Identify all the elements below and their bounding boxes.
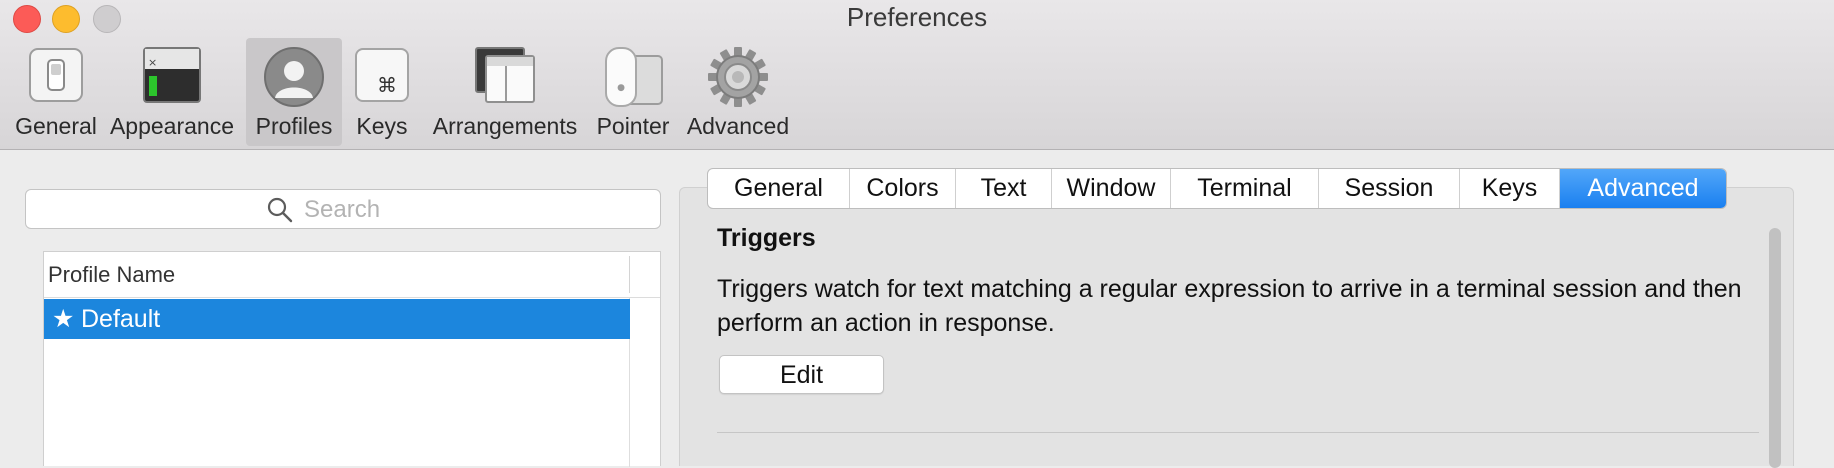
scrollbar-thumb[interactable] <box>1769 228 1781 468</box>
toolbar-item-advanced[interactable]: Advanced <box>682 38 794 146</box>
search-placeholder: Search <box>304 196 381 223</box>
profile-tabs: General Colors Text Window Terminal Sess… <box>707 168 1727 209</box>
tab-colors[interactable]: Colors <box>850 169 956 208</box>
appearance-terminal-icon: × <box>142 46 202 109</box>
profile-list: Profile Name ★ Default <box>43 251 661 467</box>
column-divider <box>629 256 630 293</box>
tab-advanced[interactable]: Advanced <box>1560 169 1726 208</box>
toolbar-item-appearance[interactable]: × Appearance <box>104 38 240 146</box>
section-divider <box>717 432 1759 433</box>
svg-text:⌘: ⌘ <box>377 73 397 97</box>
tab-session[interactable]: Session <box>1319 169 1460 208</box>
toolbar-label: Pointer <box>596 113 670 139</box>
window-title: Preferences <box>846 2 988 32</box>
toolbar-item-pointer[interactable]: ● Pointer <box>588 38 678 146</box>
window-arrangement-icon <box>474 46 536 109</box>
edit-triggers-button[interactable]: Edit <box>719 355 884 394</box>
triggers-description: Triggers watch for text matching a regul… <box>717 275 1742 337</box>
toolbar-item-keys[interactable]: ⌘ Keys <box>344 38 420 146</box>
general-switch-icon <box>27 46 85 109</box>
profile-user-icon <box>263 46 325 113</box>
tab-terminal[interactable]: Terminal <box>1171 169 1319 208</box>
toolbar-label: Appearance <box>109 113 235 139</box>
toolbar-item-profiles[interactable]: Profiles <box>246 38 342 146</box>
tab-window[interactable]: Window <box>1052 169 1171 208</box>
profile-list-header[interactable]: Profile Name <box>44 252 660 298</box>
toolbar-label: Keys <box>356 113 408 139</box>
tab-text[interactable]: Text <box>956 169 1052 208</box>
svg-text:×: × <box>148 56 157 69</box>
tab-general[interactable]: General <box>708 169 850 208</box>
toolbar-label: General <box>15 113 97 139</box>
svg-text:●: ● <box>617 83 625 93</box>
gear-icon <box>707 46 769 113</box>
toolbar-item-arrangements[interactable]: Arrangements <box>426 38 584 146</box>
scrollbar[interactable] <box>1764 223 1786 468</box>
command-key-icon: ⌘ <box>353 46 411 109</box>
search-field[interactable]: Search <box>25 189 661 229</box>
toolbar-item-general[interactable]: General <box>8 38 104 146</box>
search-icon <box>267 197 293 228</box>
tab-keys[interactable]: Keys <box>1460 169 1560 208</box>
toolbar-label: Arrangements <box>432 113 578 139</box>
column-header-profile-name[interactable]: Profile Name <box>48 252 175 297</box>
profile-row-default[interactable]: ★ Default <box>44 299 630 339</box>
mouse-icon: ● <box>602 46 664 113</box>
default-star-icon: ★ <box>52 305 75 333</box>
toolbar: Preferences General × Appearance Profile… <box>0 0 1834 150</box>
toolbar-label: Advanced <box>686 113 790 139</box>
profile-name: Default <box>81 305 161 333</box>
toolbar-label: Profiles <box>255 113 333 139</box>
section-title-triggers: Triggers <box>717 224 816 252</box>
